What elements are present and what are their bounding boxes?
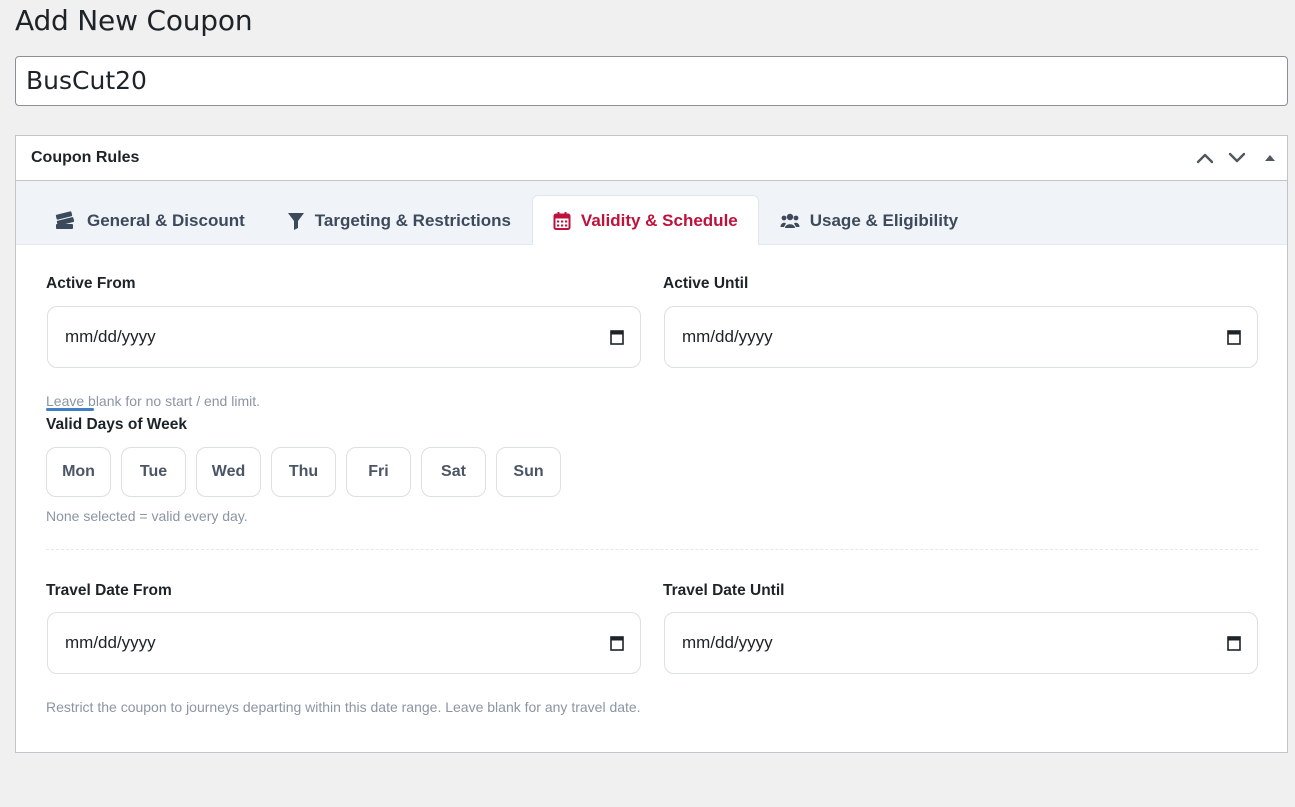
caret-up-icon	[1265, 155, 1275, 161]
coupon-title-input[interactable]: BusCut20	[15, 56, 1288, 106]
users-icon	[780, 213, 800, 228]
valid-days-label: Valid Days of Week	[46, 416, 187, 433]
date-placeholder: mm/dd/yyyy	[682, 633, 773, 652]
metabox-handle-actions	[1189, 136, 1287, 180]
tab-label: Targeting & Restrictions	[314, 211, 511, 230]
day-toggle-mon[interactable]: Mon	[46, 447, 111, 497]
date-placeholder: mm/dd/yyyy	[682, 327, 773, 346]
travel-help-text: Restrict the coupon to journeys departin…	[46, 699, 641, 715]
chevron-down-icon	[1228, 152, 1246, 163]
page-title: Add New Coupon	[15, 4, 253, 37]
tab-label: Usage & Eligibility	[809, 211, 959, 230]
day-toggle-sun[interactable]: Sun	[496, 447, 561, 497]
tab-label: General & Discount	[87, 211, 245, 230]
tab-validity-schedule[interactable]: Validity & Schedule	[531, 195, 759, 245]
day-toggle-tue[interactable]: Tue	[121, 447, 186, 497]
active-from-label: Active From	[46, 275, 136, 292]
active-until-label: Active Until	[663, 275, 749, 292]
section-divider	[46, 549, 1258, 550]
travel-from-label: Travel Date From	[46, 582, 172, 599]
toggle-panel-button[interactable]	[1253, 136, 1287, 180]
spellcheck-underline	[46, 408, 94, 411]
travel-until-label: Travel Date Until	[663, 582, 785, 599]
move-down-button[interactable]	[1221, 136, 1253, 180]
date-placeholder: mm/dd/yyyy	[65, 633, 156, 652]
days-help-text: None selected = valid every day.	[46, 508, 248, 524]
date-placeholder: mm/dd/yyyy	[65, 327, 156, 346]
tab-label: Validity & Schedule	[580, 210, 738, 230]
tab-bar: General & Discount Targeting & Restricti…	[16, 181, 1287, 245]
calendar-picker-icon[interactable]	[610, 329, 624, 345]
coupon-rules-metabox: Coupon Rules General & Discount Targetin…	[15, 135, 1288, 753]
ticket-icon	[55, 211, 75, 229]
calendar-picker-icon[interactable]	[1227, 329, 1241, 345]
calendar-icon	[553, 211, 571, 230]
day-toggle-thu[interactable]: Thu	[271, 447, 336, 497]
move-up-button[interactable]	[1189, 136, 1221, 180]
chevron-up-icon	[1196, 153, 1214, 164]
travel-from-input[interactable]: mm/dd/yyyy	[47, 612, 641, 674]
coupon-title-value: BusCut20	[26, 66, 147, 95]
metabox-header: Coupon Rules	[16, 136, 1287, 181]
calendar-picker-icon[interactable]	[1227, 635, 1241, 651]
date-help-text: Leave blank for no start / end limit.	[46, 393, 260, 409]
tab-general-discount[interactable]: General & Discount	[32, 196, 266, 245]
active-from-input[interactable]: mm/dd/yyyy	[47, 306, 641, 368]
tab-usage-eligibility[interactable]: Usage & Eligibility	[759, 196, 979, 245]
day-toggle-wed[interactable]: Wed	[196, 447, 261, 497]
day-toggle-fri[interactable]: Fri	[346, 447, 411, 497]
calendar-picker-icon[interactable]	[610, 635, 624, 651]
active-until-input[interactable]: mm/dd/yyyy	[664, 306, 1258, 368]
travel-until-input[interactable]: mm/dd/yyyy	[664, 612, 1258, 674]
metabox-title: Coupon Rules	[31, 149, 140, 166]
filter-icon	[287, 213, 304, 230]
day-toggle-sat[interactable]: Sat	[421, 447, 486, 497]
tab-targeting-restrictions[interactable]: Targeting & Restrictions	[266, 196, 532, 245]
